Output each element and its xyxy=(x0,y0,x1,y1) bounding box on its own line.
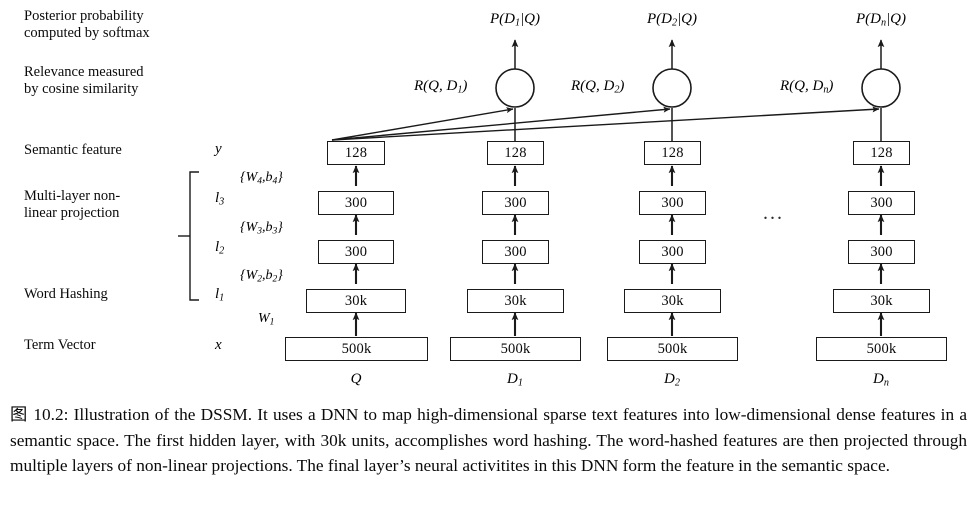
weight-label-w4-close: } xyxy=(277,170,283,185)
weight-label-w4-main: {W xyxy=(240,170,258,185)
layer-symbol-l1-sub: 1 xyxy=(219,292,225,304)
label-word-hashing: Word Hashing xyxy=(24,286,108,302)
label-semantic-feature: Semantic feature xyxy=(24,142,122,158)
weight-label-w1: W1 xyxy=(258,311,274,327)
node-d2-l2-300: 300 xyxy=(639,240,706,264)
relevance-label-dn-tail: ) xyxy=(828,78,834,94)
weight-label-w3: {W3,b3} xyxy=(240,220,283,236)
output-label-dn-tail: |Q) xyxy=(886,11,907,27)
output-label-d2-tail: |Q) xyxy=(677,11,698,27)
node-d1-l2-300: 300 xyxy=(482,240,549,264)
column-name-q: Q xyxy=(316,371,396,389)
label-multilayer-projection: Multi-layer non- linear projection xyxy=(24,188,121,221)
node-q-l1-30k: 30k xyxy=(306,289,406,313)
column-name-dn: Dn xyxy=(841,371,921,389)
output-label-dn-main: P(D xyxy=(855,11,881,27)
relevance-label-dn: R(Q, Dn) xyxy=(780,78,833,96)
column-name-d2-main: D xyxy=(664,371,675,387)
label-relevance-measured: Relevance measured by cosine similarity xyxy=(24,64,144,97)
output-label-d2-main: P(D xyxy=(646,11,672,27)
layer-symbol-y: y xyxy=(215,141,222,158)
node-q-semantic-128: 128 xyxy=(327,141,385,165)
node-dn-l2-300: 300 xyxy=(848,240,915,264)
relevance-label-d2-main: R(Q, D xyxy=(571,78,615,94)
layer-symbol-l3: l3 xyxy=(215,190,224,208)
relevance-node-d2 xyxy=(652,68,692,108)
node-d1-l1-30k: 30k xyxy=(467,289,564,313)
column-name-d1: D1 xyxy=(475,371,555,389)
weight-label-w2-mid: ,b xyxy=(262,268,273,283)
relevance-label-d1-main: R(Q, D xyxy=(414,78,458,94)
figure-caption-number: 图 10.2: xyxy=(10,405,69,424)
node-dn-l1-30k: 30k xyxy=(833,289,930,313)
node-q-l2-300: 300 xyxy=(318,240,394,264)
label-posterior-probability: Posterior probability computed by softma… xyxy=(24,8,150,41)
relevance-label-d2-tail: ) xyxy=(619,78,625,94)
node-q-l3-300: 300 xyxy=(318,191,394,215)
relevance-node-dn xyxy=(861,68,901,108)
output-label-d2: P(D2|Q) xyxy=(622,11,722,29)
output-label-d1-main: P(D xyxy=(489,11,515,27)
layer-symbol-y-text: y xyxy=(215,141,222,157)
relevance-node-d1 xyxy=(495,68,535,108)
column-name-d1-sub: 1 xyxy=(517,377,523,389)
node-q-termvector-500k: 500k xyxy=(285,337,428,361)
similarity-line-q-to-dn xyxy=(331,106,880,141)
node-d1-semantic-128: 128 xyxy=(487,141,544,165)
weight-label-w2-main: {W xyxy=(240,268,258,283)
column-name-d2-sub: 2 xyxy=(674,377,680,389)
figure-caption: 图 10.2: Illustration of the DSSM. It use… xyxy=(10,402,967,479)
node-d2-l1-30k: 30k xyxy=(624,289,721,313)
node-dn-semantic-128: 128 xyxy=(853,141,910,165)
weight-label-w4-mid: ,b xyxy=(262,170,273,185)
label-term-vector: Term Vector xyxy=(24,337,96,353)
column-name-d2: D2 xyxy=(632,371,712,389)
output-label-dn: P(Dn|Q) xyxy=(831,11,931,29)
layer-symbol-x-text: x xyxy=(215,337,222,353)
layer-symbol-l3-sub: 3 xyxy=(219,196,225,208)
node-d2-l3-300: 300 xyxy=(639,191,706,215)
columns-ellipsis: ... xyxy=(763,202,784,224)
column-name-q-main: Q xyxy=(350,371,362,387)
layer-symbol-x: x xyxy=(215,337,222,354)
layer-symbol-l2: l2 xyxy=(215,239,224,257)
output-label-d1: P(D1|Q) xyxy=(465,11,565,29)
node-d1-l3-300: 300 xyxy=(482,191,549,215)
column-name-d1-main: D xyxy=(507,371,518,387)
similarity-line-q-to-d1 xyxy=(331,107,514,141)
layer-group-bracket xyxy=(189,171,199,301)
weight-label-w3-close: } xyxy=(277,220,283,235)
relevance-label-d1: R(Q, D1) xyxy=(414,78,467,96)
column-name-dn-sub: n xyxy=(883,377,889,389)
node-d2-termvector-500k: 500k xyxy=(607,337,738,361)
layer-symbol-l2-sub: 2 xyxy=(219,245,225,257)
relevance-label-d1-tail: ) xyxy=(462,78,468,94)
weight-label-w1-sub: 1 xyxy=(269,317,275,328)
figure-caption-text: Illustration of the DSSM. It uses a DNN … xyxy=(10,405,967,476)
node-d2-semantic-128: 128 xyxy=(644,141,701,165)
weight-label-w3-mid: ,b xyxy=(262,220,273,235)
similarity-line-q-to-d2 xyxy=(331,106,671,141)
output-label-d1-tail: |Q) xyxy=(520,11,541,27)
node-dn-termvector-500k: 500k xyxy=(816,337,947,361)
weight-label-w2: {W2,b2} xyxy=(240,268,283,284)
node-d1-termvector-500k: 500k xyxy=(450,337,581,361)
weight-label-w1-main: W xyxy=(258,311,270,326)
relevance-label-dn-main: R(Q, D xyxy=(780,78,824,94)
weight-label-w3-main: {W xyxy=(240,220,258,235)
node-dn-l3-300: 300 xyxy=(848,191,915,215)
column-name-dn-main: D xyxy=(873,371,884,387)
weight-label-w4: {W4,b4} xyxy=(240,170,283,186)
relevance-label-d2: R(Q, D2) xyxy=(571,78,624,96)
layer-symbol-l1: l1 xyxy=(215,286,224,304)
weight-label-w2-close: } xyxy=(277,268,283,283)
